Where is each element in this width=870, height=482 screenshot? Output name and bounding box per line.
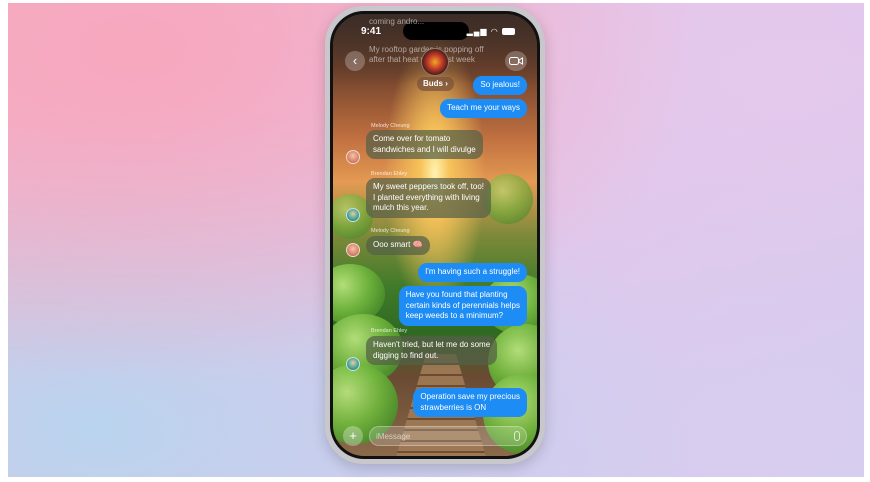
back-button[interactable]: ‹ [345, 51, 365, 71]
sender-name: Brendan Ehley [371, 171, 408, 177]
messages-screen: 9:41 ▂▄▆ ◠ coming andro... My rooftop ga… [333, 14, 537, 456]
contact-avatar[interactable] [346, 150, 360, 164]
plus-icon: + [349, 428, 357, 443]
contact-avatar[interactable] [346, 208, 360, 222]
chevron-right-icon: › [445, 79, 448, 88]
compose-bar: + [343, 426, 527, 446]
message-bubble-incoming[interactable]: Haven't tried, but let me do some diggin… [366, 336, 498, 365]
iphone-frame: 9:41 ▂▄▆ ◠ coming andro... My rooftop ga… [325, 6, 545, 464]
wifi-icon: ◠ [490, 27, 499, 36]
signal-icon: ▂▄▆ [466, 27, 488, 36]
status-time: 9:41 [361, 26, 382, 37]
sender-name: Brendan Ehley [371, 328, 408, 334]
faded-previous-text: coming andro... [369, 17, 425, 26]
apps-plus-button[interactable]: + [343, 426, 363, 446]
message-bubble-outgoing[interactable]: So jealous! [473, 76, 527, 95]
message-field[interactable] [369, 426, 527, 446]
sender-name: Melody Cheung [371, 123, 410, 129]
contact-avatar[interactable] [346, 357, 360, 371]
sender-name: Melody Cheung [371, 228, 410, 234]
contact-avatar[interactable] [346, 243, 360, 257]
message-bubble-incoming[interactable]: My sweet peppers took off, too! I plante… [366, 178, 492, 218]
message-bubble-incoming[interactable]: Ooo smart 🧠 [366, 236, 430, 255]
group-name-pill[interactable]: Buds › [417, 77, 454, 91]
message-bubble-outgoing[interactable]: Teach me your ways [440, 99, 527, 118]
group-name: Buds [423, 79, 443, 88]
phone-bezel: 9:41 ▂▄▆ ◠ coming andro... My rooftop ga… [330, 11, 540, 459]
facetime-video-button[interactable] [505, 51, 527, 71]
battery-icon [502, 28, 515, 36]
message-bubble-incoming[interactable]: Come over for tomato sandwiches and I wi… [366, 130, 483, 159]
microphone-icon[interactable] [514, 431, 520, 441]
message-bubble-outgoing[interactable]: Have you found that planting certain kin… [398, 286, 527, 326]
group-avatar[interactable] [421, 48, 449, 76]
message-bubble-outgoing[interactable]: Operation save my precious strawberries … [413, 388, 527, 417]
video-camera-icon [509, 57, 523, 65]
message-input[interactable] [376, 429, 496, 443]
message-bubble-outgoing[interactable]: I'm having such a struggle! [418, 263, 527, 282]
status-icons: ▂▄▆ ◠ [467, 27, 515, 36]
chevron-left-icon: ‹ [352, 53, 358, 68]
